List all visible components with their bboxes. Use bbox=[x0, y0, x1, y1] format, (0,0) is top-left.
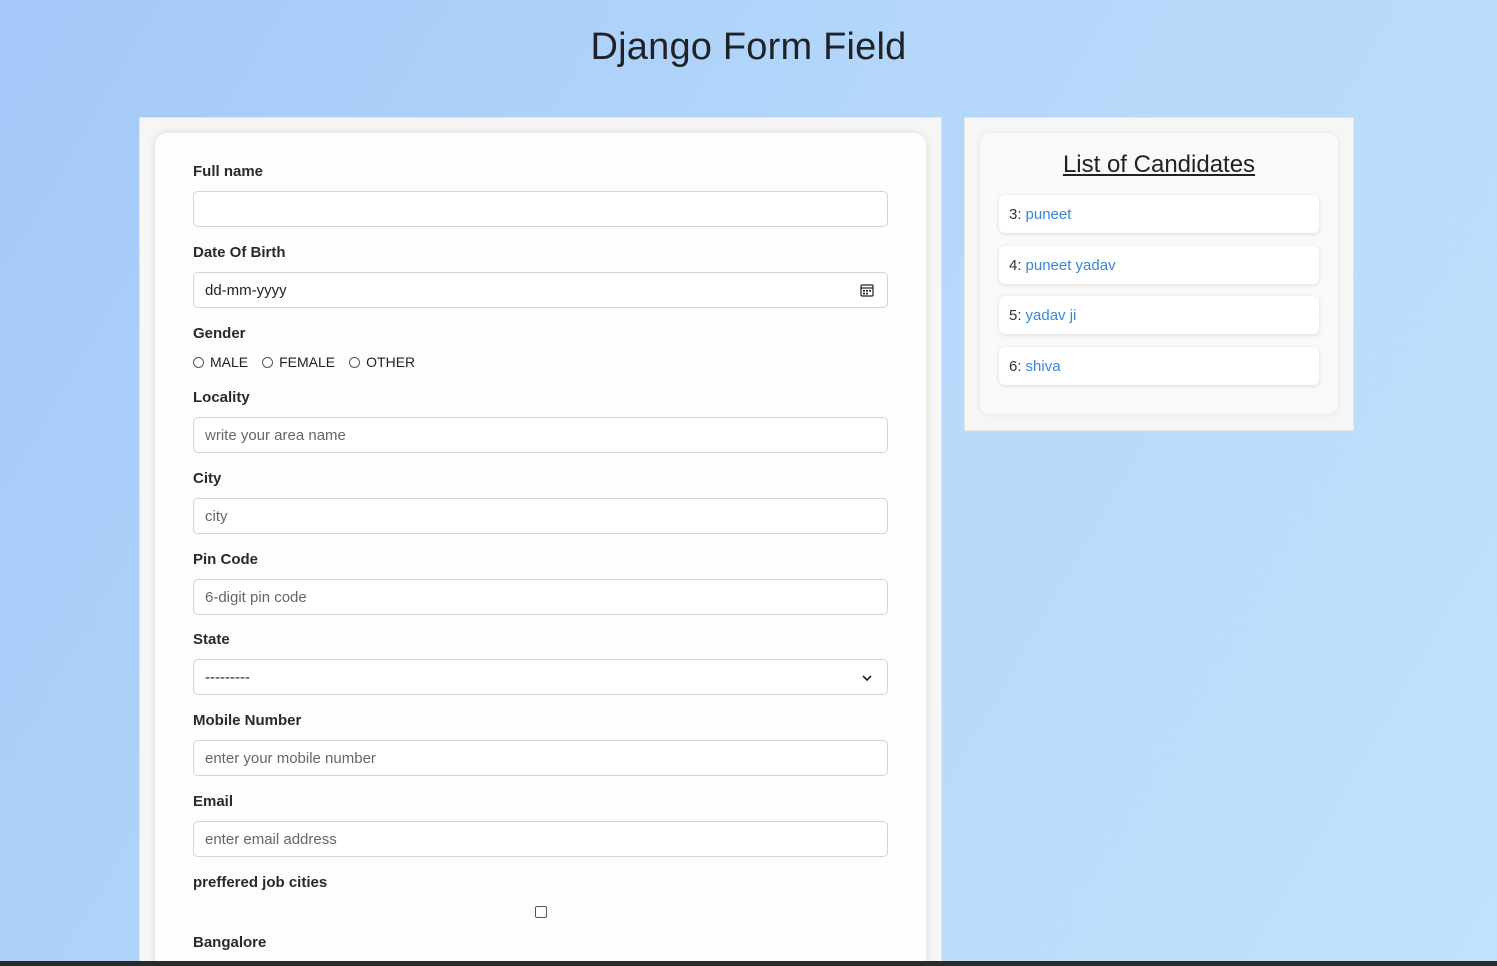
radio-label: OTHER bbox=[366, 354, 416, 370]
radio-button[interactable] bbox=[262, 356, 274, 368]
job-city-bangalore-label: Bangalore bbox=[193, 934, 267, 951]
pin-code-label: Pin Code bbox=[193, 551, 259, 568]
candidate-link[interactable]: puneet yadav bbox=[1026, 257, 1116, 274]
state-selected-value: --------- bbox=[205, 668, 250, 686]
candidate-link[interactable]: shiva bbox=[1026, 358, 1061, 375]
mobile-label: Mobile Number bbox=[193, 712, 302, 729]
candidates-title: List of Candidates bbox=[1062, 151, 1256, 178]
form-panel: Full name Date Of Birth dd-mm-yyyy Gende… bbox=[139, 117, 942, 966]
list-item: 5: yadav ji bbox=[999, 296, 1319, 334]
candidate-id: 5: bbox=[1009, 306, 1022, 324]
city-input[interactable] bbox=[193, 498, 888, 534]
gender-option-male[interactable]: MALE bbox=[193, 354, 248, 370]
state-select[interactable]: --------- bbox=[193, 659, 888, 695]
city-label: City bbox=[193, 470, 222, 487]
full-name-input[interactable] bbox=[193, 191, 888, 227]
radio-label: FEMALE bbox=[279, 354, 336, 370]
locality-label: Locality bbox=[193, 389, 250, 406]
candidate-link[interactable]: puneet bbox=[1026, 206, 1072, 223]
dob-input[interactable]: dd-mm-yyyy bbox=[193, 272, 888, 308]
dob-label: Date Of Birth bbox=[193, 244, 286, 261]
list-item: 3: puneet bbox=[999, 195, 1319, 233]
pin-code-input[interactable] bbox=[193, 579, 888, 615]
radio-label: MALE bbox=[210, 354, 249, 370]
candidate-form: Full name Date Of Birth dd-mm-yyyy Gende… bbox=[155, 133, 926, 966]
candidate-id: 6: bbox=[1009, 357, 1022, 375]
gender-option-other[interactable]: OTHER bbox=[349, 354, 415, 370]
candidates-panel: List of Candidates 3: puneet 4: puneet y… bbox=[964, 117, 1354, 431]
list-item: 6: shiva bbox=[999, 347, 1319, 385]
candidate-id: 3: bbox=[1009, 205, 1022, 223]
dob-value: dd-mm-yyyy bbox=[205, 281, 287, 299]
job-cities-label: preffered job cities bbox=[193, 874, 328, 891]
gender-radio-group: MALE FEMALE OTHER bbox=[193, 354, 429, 370]
candidate-id: 4: bbox=[1009, 256, 1022, 274]
job-city-checkbox[interactable] bbox=[535, 906, 547, 918]
email-label: Email bbox=[193, 793, 234, 810]
radio-button[interactable] bbox=[193, 356, 204, 368]
radio-button[interactable] bbox=[349, 356, 361, 368]
gender-label: Gender bbox=[193, 325, 246, 342]
chevron-down-icon[interactable] bbox=[861, 671, 873, 683]
locality-input[interactable] bbox=[193, 417, 888, 453]
state-label: State bbox=[193, 631, 230, 648]
taskbar-edge bbox=[0, 961, 1497, 966]
candidates-card: List of Candidates 3: puneet 4: puneet y… bbox=[980, 133, 1338, 414]
gender-option-female[interactable]: FEMALE bbox=[262, 354, 335, 370]
full-name-label: Full name bbox=[193, 163, 264, 180]
calendar-icon[interactable] bbox=[860, 283, 874, 297]
candidate-link[interactable]: yadav ji bbox=[1026, 307, 1077, 324]
email-input[interactable] bbox=[193, 821, 888, 857]
list-item: 4: puneet yadav bbox=[999, 246, 1319, 284]
mobile-input[interactable] bbox=[193, 740, 888, 776]
page-title: Django Form Field bbox=[590, 26, 907, 68]
